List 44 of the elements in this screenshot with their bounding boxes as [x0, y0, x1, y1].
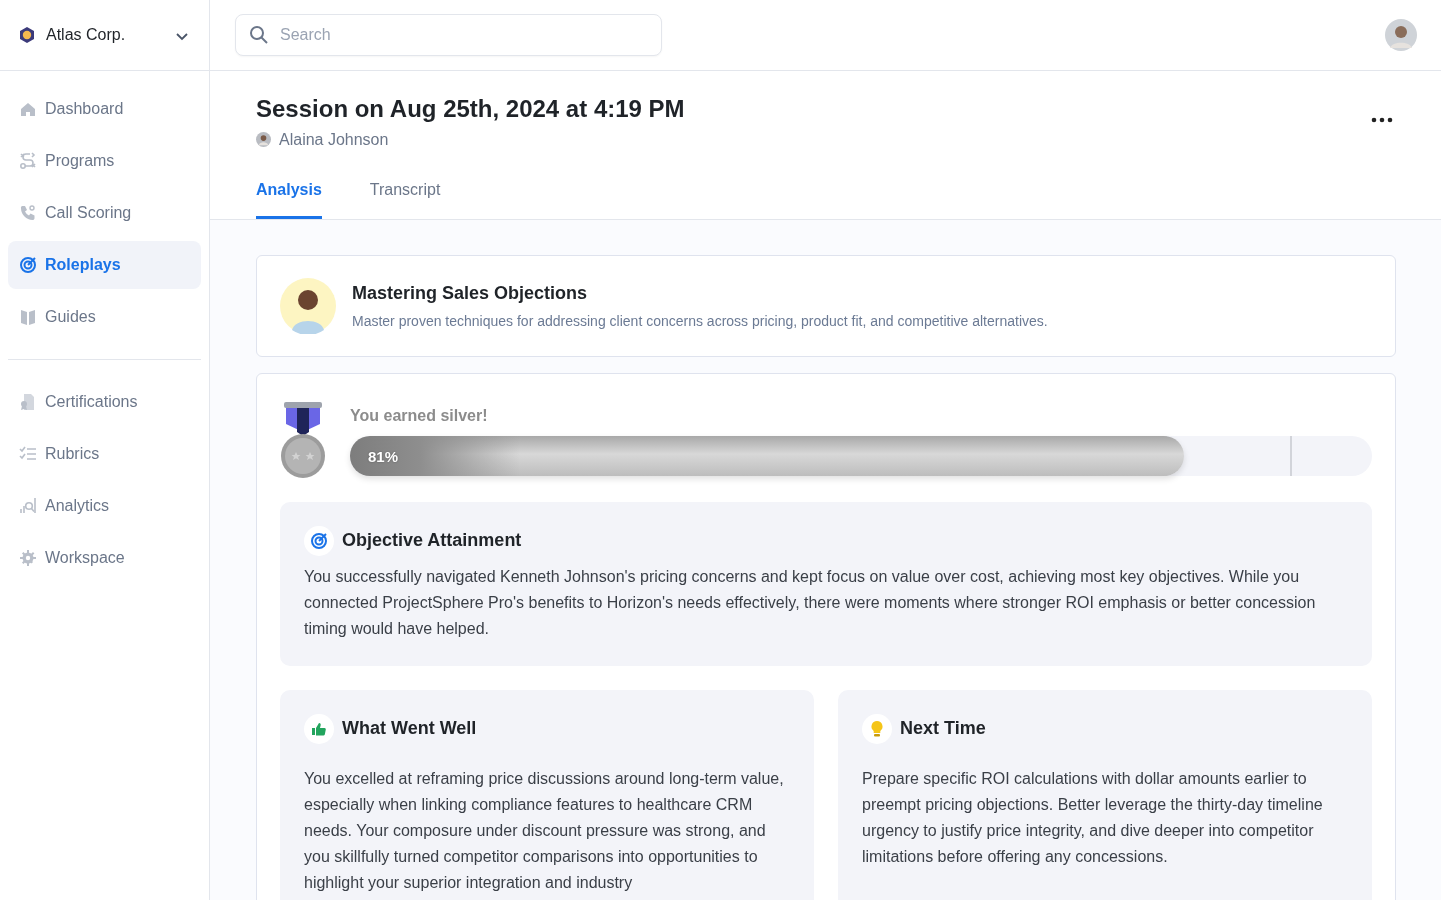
house-icon [19, 100, 37, 118]
book-icon [19, 308, 37, 326]
sidebar-item[interactable]: Workspace [8, 534, 201, 582]
tab[interactable]: Transcript [369, 177, 441, 219]
session-title: Session on Aug 25th, 2024 at 4:19 PM [256, 95, 685, 124]
target-icon [310, 531, 328, 550]
panel-text: You excelled at reframing price discussions around long-term value, especially when linking compliance features to healthcare CRM needs. Your composure under discount pressure was strong, and you skillfully turned competitor comparisons into opportunities to highlight your superior integration and industry [304, 768, 785, 893]
scenario-description: Master proven techniques for addressing client concerns across pricing, product fit, and competitive alternatives. [352, 311, 1048, 331]
sidebar-item[interactable]: Analytics [8, 482, 201, 530]
chart-icon [19, 497, 37, 515]
more-icon [1371, 116, 1393, 123]
chevron-down-icon [175, 30, 189, 41]
search-field[interactable]: Search [235, 14, 662, 56]
search-icon [249, 25, 269, 45]
sidebar-item[interactable]: Programs [8, 137, 201, 185]
user-avatar[interactable] [1385, 19, 1417, 51]
sidebar-item[interactable]: Rubrics [8, 430, 201, 478]
panel-title: What Went Well [342, 717, 477, 741]
user-name: Alaina Johnson [279, 129, 389, 150]
lightbulb-icon [870, 719, 884, 738]
result-heading: You earned silver! [350, 405, 489, 426]
scenario-title: Mastering Sales Objections [352, 281, 589, 305]
phone-icon [19, 204, 37, 222]
organization-name: Atlas Corp. [46, 25, 127, 45]
checklist-icon [19, 445, 37, 463]
sidebar-item[interactable]: Roleplays [8, 241, 201, 289]
progress-reading: 81% [368, 446, 399, 467]
user-avatar [256, 132, 271, 148]
target-icon [19, 256, 37, 274]
gear-icon [19, 549, 37, 567]
panel-text: Prepare specific ROI calculations with dollar amounts earlier to preempt pricing objections. Better leverage the thirty-day timeline urgency to justify price integrity, and dive deeper into competitor limitations before offering any concessions. [862, 768, 1324, 867]
panel-title: Next Time [900, 717, 986, 741]
persona-avatar [280, 277, 336, 334]
objective-text: You successfully navigated Kenneth Johnson's pricing concerns and kept focus on value over cost, achieving most key objectives. While you connected ProjectSphere Pro's benefits to Horizon's needs effectively, there were moments where stronger ROI emphasis or better concession timing would have helped. [304, 566, 1317, 639]
hexagon-logo-icon [18, 26, 36, 44]
sidebar-item[interactable]: Certifications [8, 378, 201, 426]
thumbs-up-icon [311, 720, 327, 737]
certificate-icon [19, 393, 37, 411]
sidebar-item[interactable]: Dashboard [8, 85, 201, 133]
medal-icon [280, 401, 326, 478]
sidebar-item[interactable]: Call Scoring [8, 189, 201, 237]
sidebar-item[interactable]: Guides [8, 293, 201, 341]
objective-title: Objective Attainment [342, 529, 522, 553]
route-icon [19, 152, 37, 170]
